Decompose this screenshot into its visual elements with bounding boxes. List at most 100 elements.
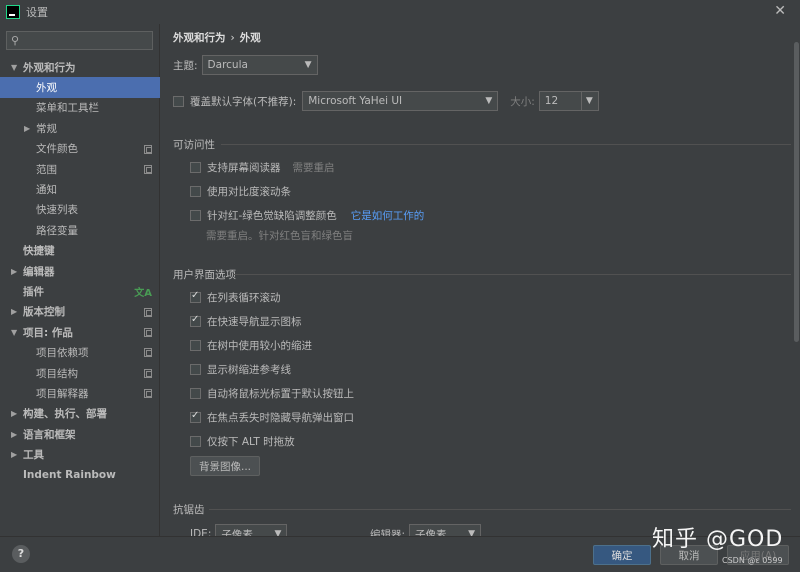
cyclic-scroll-label: 在列表循环滚动 [207,292,281,304]
collapsed-arrow-icon[interactable]: ▶ [24,124,30,133]
project-scope-icon [144,144,152,154]
settings-search-box[interactable]: ⚲ [6,31,153,50]
tree-guides-checkbox[interactable] [190,364,201,375]
project-scope-icon [144,164,152,174]
nav-icons-label: 在快速导航显示图标 [207,316,302,328]
sidebar-item-appearance-behavior[interactable]: ▼ 外观和行为 [0,57,160,77]
collapsed-arrow-icon[interactable]: ▶ [11,430,17,439]
mouse-default-button-row: 自动将鼠标光标置于默认按钮上 [190,386,354,401]
font-size-label: 大小: [510,95,535,108]
contrast-scrollbars-row: 使用对比度滚动条 [190,184,291,199]
sidebar-item-label: 快捷键 [23,245,55,258]
help-button[interactable]: ? [12,545,30,563]
sidebar-item-path-variables[interactable]: 路径变量 [0,220,160,240]
alt-drag-row: 仅按下 ALT 时拖放 [190,434,295,449]
breadcrumb-separator: › [230,32,235,44]
sidebar-item-file-colors[interactable]: 文件颜色 [0,139,160,159]
contrast-scrollbars-checkbox[interactable] [190,186,201,197]
collapsed-arrow-icon[interactable]: ▶ [11,307,17,316]
settings-search-input[interactable] [21,35,142,46]
expanded-arrow-icon[interactable]: ▼ [11,63,17,72]
sidebar-item-tools[interactable]: ▶ 工具 [0,444,160,464]
sidebar-item-label: Indent Rainbow [23,469,116,481]
sidebar-item-indent-rainbow[interactable]: Indent Rainbow [0,465,160,485]
sidebar-item-label: 项目解释器 [36,387,89,400]
sidebar-item-project-dependencies[interactable]: 项目依赖项 [0,342,160,362]
ide-antialiasing-value: 子像素 [221,528,253,537]
close-icon[interactable]: ✕ [774,3,786,19]
sidebar-item-appearance[interactable]: 外观 [0,77,160,98]
collapsed-arrow-icon[interactable]: ▶ [11,267,17,276]
content-scrollbar[interactable] [794,24,800,536]
override-font-label: 覆盖默认字体(不推荐): [190,95,297,108]
editor-antialiasing-value: 子像素 [415,528,447,537]
sidebar-item-project[interactable]: ▼ 项目: 作品 [0,322,160,342]
sidebar-item-project-interpreter[interactable]: 项目解释器 [0,383,160,403]
ok-button[interactable]: 确定 [593,545,651,565]
cyclic-scroll-checkbox[interactable] [190,290,201,303]
small-indent-checkbox[interactable] [190,340,201,351]
font-size-select[interactable]: 12 ▼ [538,91,599,111]
sidebar-item-label: 文件颜色 [36,143,78,156]
contrast-scrollbars-label: 使用对比度滚动条 [207,186,291,198]
collapsed-arrow-icon[interactable]: ▶ [11,409,17,418]
sidebar-item-label: 项目: 作品 [23,326,73,339]
mouse-default-button-checkbox[interactable] [190,388,201,399]
ide-antialiasing-select[interactable]: 子像素 ▼ [215,524,288,537]
font-family-select[interactable]: Microsoft YaHei UI ▼ [302,91,499,111]
color-deficiency-checkbox[interactable] [190,210,201,221]
sidebar-item-label: 版本控制 [23,306,65,319]
sidebar-item-plugins[interactable]: 插件 文A [0,281,160,301]
theme-select[interactable]: Darcula ▼ [201,55,318,75]
ide-antialiasing-row: IDE: 子像素 ▼ [190,524,288,537]
title-bar: 设置 ✕ [0,0,800,24]
sidebar-item-menus-toolbars[interactable]: 菜单和工具栏 [0,98,160,118]
translate-icon: 文A [134,288,152,300]
sidebar-item-keymap[interactable]: 快捷键 [0,241,160,261]
window-title: 设置 [26,6,48,19]
chevron-down-icon: ▼ [274,529,282,536]
sidebar-item-version-control[interactable]: ▶ 版本控制 [0,302,160,322]
sidebar-item-label: 常规 [36,122,57,135]
theme-row: 主题: Darcula ▼ [173,55,318,75]
sidebar-item-label: 构建、执行、部署 [23,408,107,421]
sidebar-item-label: 通知 [36,184,57,197]
chevron-down-icon: ▼ [580,92,593,110]
screen-reader-checkbox[interactable] [190,162,201,173]
sidebar-item-languages-frameworks[interactable]: ▶ 语言和框架 [0,424,160,444]
project-scope-icon [144,348,152,358]
expanded-arrow-icon[interactable]: ▼ [11,328,17,337]
sidebar-item-editor[interactable]: ▶ 编辑器 [0,261,160,281]
section-divider [233,274,791,275]
background-image-button[interactable]: 背景图像... [190,456,260,476]
sidebar-item-quick-lists[interactable]: 快速列表 [0,200,160,220]
chevron-down-icon: ▼ [485,96,493,106]
sidebar-item-scopes[interactable]: 范围 [0,159,160,179]
alt-drag-label: 仅按下 ALT 时拖放 [207,436,295,448]
sidebar-item-project-structure[interactable]: 项目结构 [0,363,160,383]
sidebar-item-label: 路径变量 [36,224,78,237]
sidebar-item-label: 菜单和工具栏 [36,102,99,115]
settings-tree: ▼ 外观和行为 外观 菜单和工具栏 ▶ 常规 文件颜色 范围 通知 快速列表 路… [0,57,160,485]
alt-drag-checkbox[interactable] [190,436,201,447]
sidebar-item-label: 范围 [36,163,57,176]
sidebar-item-notifications[interactable]: 通知 [0,179,160,199]
breadcrumb: 外观和行为 › 外观 [173,30,261,45]
hide-nav-popups-checkbox[interactable] [190,410,201,423]
sidebar-item-build-execution[interactable]: ▶ 构建、执行、部署 [0,404,160,424]
antialiasing-section-title: 抗锯齿 [173,504,205,516]
nav-icons-checkbox[interactable] [190,314,201,327]
breadcrumb-parent[interactable]: 外观和行为 [173,32,226,44]
breadcrumb-current: 外观 [239,32,261,44]
scrollbar-thumb[interactable] [794,42,799,342]
sidebar-item-label: 快速列表 [36,204,78,217]
watermark-text: 知乎 @GOD [652,527,784,552]
section-divider [209,509,791,510]
how-it-works-link[interactable]: 它是如何工作的 [351,208,425,223]
tree-guides-row: 显示树缩进参考线 [190,362,291,377]
collapsed-arrow-icon[interactable]: ▶ [11,450,17,459]
override-font-checkbox[interactable] [173,95,184,107]
editor-antialiasing-select[interactable]: 子像素 ▼ [409,524,482,537]
hide-nav-popups-label: 在焦点丢失时隐藏导航弹出窗口 [207,412,354,424]
sidebar-item-general[interactable]: ▶ 常规 [0,118,160,138]
